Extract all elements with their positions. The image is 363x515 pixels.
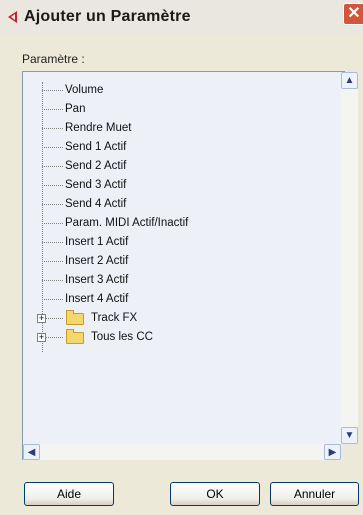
tree-branch-line <box>42 90 63 91</box>
scrollbar-corner <box>341 444 358 460</box>
parameter-group-label: Paramètre : <box>22 52 85 66</box>
tree-folder-label: Track FX <box>91 312 138 324</box>
title-bar[interactable]: Ajouter un Paramètre ✕ <box>0 0 363 34</box>
tree-item-mute[interactable]: Rendre Muet <box>23 120 323 137</box>
tree-item-insert-2[interactable]: Insert 2 Actif <box>23 253 323 270</box>
tree-item-insert-1[interactable]: Insert 1 Actif <box>23 234 323 251</box>
tree-branch-line <box>42 109 63 110</box>
tree-item-send-4[interactable]: Send 4 Actif <box>23 196 323 213</box>
tree-folder-track-fx[interactable]: + Track FX <box>23 310 323 327</box>
expand-icon[interactable]: + <box>37 314 46 323</box>
tree-folder-all-cc[interactable]: + Tous les CC <box>23 329 323 346</box>
scroll-up-button[interactable]: ▲ <box>341 72 358 89</box>
help-button[interactable]: Aide <box>24 482 114 506</box>
tree-branch-line <box>42 128 63 129</box>
tree-item-label: Send 3 Actif <box>65 179 127 191</box>
tree-branch-line <box>42 223 63 224</box>
tree-item-label: Send 4 Actif <box>65 198 127 210</box>
tree-branch-line <box>42 204 63 205</box>
tree-branch-line <box>42 166 63 167</box>
tree-item-label: Param. MIDI Actif/Inactif <box>65 217 189 229</box>
tree-item-midi[interactable]: Param. MIDI Actif/Inactif <box>23 215 323 232</box>
tree-branch-line <box>42 280 63 281</box>
tree-item-label: Insert 1 Actif <box>65 236 129 248</box>
tree-branch-line <box>42 185 63 186</box>
tree-item-label: Insert 2 Actif <box>65 255 129 267</box>
close-button[interactable]: ✕ <box>343 3 363 25</box>
tree-branch-line <box>42 147 63 148</box>
cancel-button[interactable]: Annuler <box>270 482 359 506</box>
scroll-right-button[interactable]: ▶ <box>324 444 341 460</box>
ok-button[interactable]: OK <box>170 482 260 506</box>
tree-item-volume[interactable]: Volume <box>23 82 323 99</box>
tree-folder-label: Tous les CC <box>91 331 153 343</box>
tree-item-pan[interactable]: Pan <box>23 101 323 118</box>
tree-item-label: Insert 3 Actif <box>65 274 129 286</box>
parameter-tree[interactable]: Volume Pan Rendre Muet Send 1 Actif Send… <box>22 71 345 460</box>
add-parameter-dialog: Ajouter un Paramètre ✕ Paramètre : Volum… <box>0 0 363 515</box>
cubase-logo-icon <box>8 11 17 23</box>
tree-item-label: Send 1 Actif <box>65 141 127 153</box>
tree-branch-line <box>42 299 63 300</box>
tree-item-insert-3[interactable]: Insert 3 Actif <box>23 272 323 289</box>
folder-icon <box>66 329 84 344</box>
tree-branch-line <box>42 261 63 262</box>
tree-item-label: Insert 4 Actif <box>65 293 129 305</box>
folder-icon <box>66 310 84 325</box>
window-title: Ajouter un Paramètre <box>24 8 191 25</box>
horizontal-scrollbar[interactable]: ◀ ▶ <box>23 444 341 460</box>
vertical-scrollbar[interactable]: ▲ ▼ <box>341 72 358 444</box>
tree-item-send-2[interactable]: Send 2 Actif <box>23 158 323 175</box>
scroll-left-button[interactable]: ◀ <box>23 444 40 460</box>
tree-branch-line <box>42 242 63 243</box>
tree-item-label: Pan <box>65 103 86 115</box>
tree-item-label: Send 2 Actif <box>65 160 127 172</box>
scroll-down-button[interactable]: ▼ <box>341 427 358 444</box>
tree-item-send-1[interactable]: Send 1 Actif <box>23 139 323 156</box>
tree-item-label: Rendre Muet <box>65 122 132 134</box>
tree-item-send-3[interactable]: Send 3 Actif <box>23 177 323 194</box>
tree-item-label: Volume <box>65 84 104 96</box>
expand-icon[interactable]: + <box>37 333 46 342</box>
tree-item-insert-4[interactable]: Insert 4 Actif <box>23 291 323 308</box>
